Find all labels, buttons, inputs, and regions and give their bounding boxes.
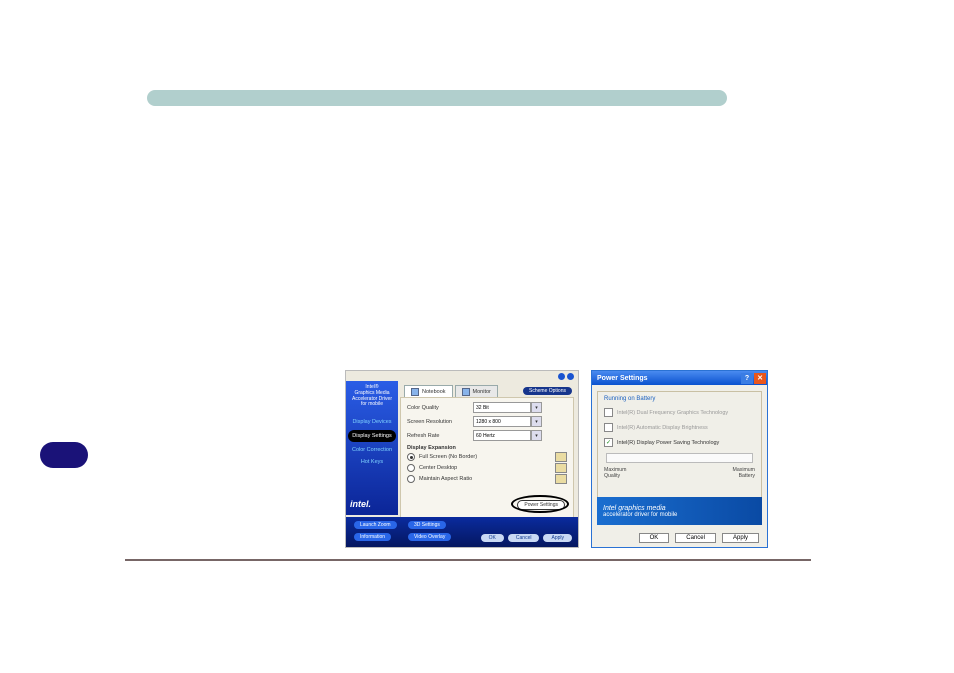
preview-swatch <box>555 474 567 484</box>
label-screen-resolution: Screen Resolution <box>407 419 469 425</box>
close-icon[interactable]: ✕ <box>754 373 766 384</box>
radio-maintain-aspect[interactable]: Maintain Aspect Ratio <box>407 474 567 484</box>
intel-footer-logo: Intel graphics media accelerator driver … <box>597 497 762 525</box>
monitor-icon <box>462 388 470 396</box>
section-header-bar <box>147 90 727 106</box>
radio-full-screen[interactable]: Full Screen (No Border) <box>407 452 567 462</box>
power-settings-dialog: Power Settings ? ✕ Running on Battery In… <box>591 370 768 548</box>
video-overlay-button[interactable]: Video Overlay <box>408 533 451 541</box>
row-color-quality: Color Quality ▾ <box>407 402 567 413</box>
sidebar-item-color-correction[interactable]: Color Correction <box>346 444 398 456</box>
tab-label: Monitor <box>473 389 491 395</box>
checkbox-label: Intel(R) Display Power Saving Technology <box>617 440 719 446</box>
preview-swatch <box>555 452 567 462</box>
footer-divider <box>125 559 811 561</box>
radio-center-desktop[interactable]: Center Desktop <box>407 463 567 473</box>
sidebar: Intel® Graphics Media Accelerator Driver… <box>346 381 398 515</box>
window-title: Power Settings <box>597 375 648 382</box>
apply-button[interactable]: Apply <box>722 533 759 543</box>
notebook-icon <box>411 388 419 396</box>
radio-icon <box>407 475 415 483</box>
sidebar-item-display-settings[interactable]: Display Settings <box>348 430 396 442</box>
cancel-button[interactable]: Cancel <box>675 533 716 543</box>
tab-notebook[interactable]: Notebook <box>404 385 453 397</box>
checkbox-display-power-saving[interactable]: Intel(R) Display Power Saving Technology <box>604 438 755 447</box>
pane-heading: Running on Battery <box>604 396 755 402</box>
radio-label: Maintain Aspect Ratio <box>419 476 472 482</box>
row-refresh-rate: Refresh Rate ▾ <box>407 430 567 441</box>
information-button[interactable]: Information <box>354 533 391 541</box>
note-badge <box>40 442 88 468</box>
refresh-select[interactable] <box>473 430 531 441</box>
checkbox-auto-brightness[interactable]: Intel(R) Automatic Display Brightness <box>604 423 755 432</box>
embedded-screenshots: Intel® Graphics Media Accelerator Driver… <box>345 370 768 548</box>
slider-right-label: MaximumBattery <box>733 467 755 479</box>
tab-label: Notebook <box>422 389 446 395</box>
close-icon[interactable] <box>567 373 574 380</box>
label-refresh-rate: Refresh Rate <box>407 433 469 439</box>
ok-button[interactable]: OK <box>639 533 670 543</box>
expansion-heading: Display Expansion <box>407 445 567 451</box>
chevron-down-icon[interactable]: ▾ <box>531 416 542 427</box>
sidebar-item-display-devices[interactable]: Display Devices <box>346 416 398 428</box>
checkbox-icon <box>604 408 613 417</box>
checkbox-label: Intel(R) Dual Frequency Graphics Technol… <box>617 410 728 416</box>
dialog-footer: Launch Zoom 3D Settings Information Vide… <box>346 517 578 547</box>
apply-button[interactable]: Apply <box>543 534 572 542</box>
preview-swatch <box>555 463 567 473</box>
help-icon[interactable]: ? <box>741 373 753 384</box>
quality-battery-slider[interactable] <box>606 453 753 463</box>
label-color-quality: Color Quality <box>407 405 469 411</box>
title-bar: Power Settings ? ✕ <box>592 371 767 385</box>
ok-button[interactable]: OK <box>481 534 504 542</box>
row-screen-resolution: Screen Resolution ▾ <box>407 416 567 427</box>
settings-panel: Color Quality ▾ Screen Resolution ▾ Refr… <box>400 397 574 519</box>
device-tabs: Notebook Monitor <box>404 385 498 397</box>
chevron-down-icon[interactable]: ▾ <box>531 430 542 441</box>
radio-icon <box>407 464 415 472</box>
color-quality-select[interactable] <box>473 402 531 413</box>
cancel-button[interactable]: Cancel <box>508 534 540 542</box>
resolution-select[interactable] <box>473 416 531 427</box>
side-menu: Display Devices Display Settings Color C… <box>346 416 398 468</box>
intel-graphics-dialog: Intel® Graphics Media Accelerator Driver… <box>345 370 579 548</box>
tab-monitor[interactable]: Monitor <box>455 385 498 397</box>
dialog-buttons: OK Cancel Apply <box>592 533 767 543</box>
radio-icon <box>407 453 415 461</box>
scheme-options-button[interactable]: Scheme Options <box>523 387 572 395</box>
annotation-circle <box>511 495 569 513</box>
brand-text: Intel® Graphics Media Accelerator Driver… <box>346 381 398 408</box>
sidebar-item-hot-keys[interactable]: Hot Keys <box>346 456 398 468</box>
three-d-settings-button[interactable]: 3D Settings <box>408 521 446 529</box>
checkbox-icon <box>604 438 613 447</box>
chevron-down-icon[interactable]: ▾ <box>531 402 542 413</box>
radio-label: Full Screen (No Border) <box>419 454 477 460</box>
slider-left-label: MaximumQuality <box>604 467 626 479</box>
window-controls <box>558 373 574 380</box>
launch-zoom-button[interactable]: Launch Zoom <box>354 521 397 529</box>
help-icon[interactable] <box>558 373 565 380</box>
brand-line: for mobile <box>346 402 398 408</box>
radio-label: Center Desktop <box>419 465 457 471</box>
intel-logo: intel. <box>350 499 371 509</box>
checkbox-dual-frequency[interactable]: Intel(R) Dual Frequency Graphics Technol… <box>604 408 755 417</box>
checkbox-icon <box>604 423 613 432</box>
checkbox-label: Intel(R) Automatic Display Brightness <box>617 425 708 431</box>
